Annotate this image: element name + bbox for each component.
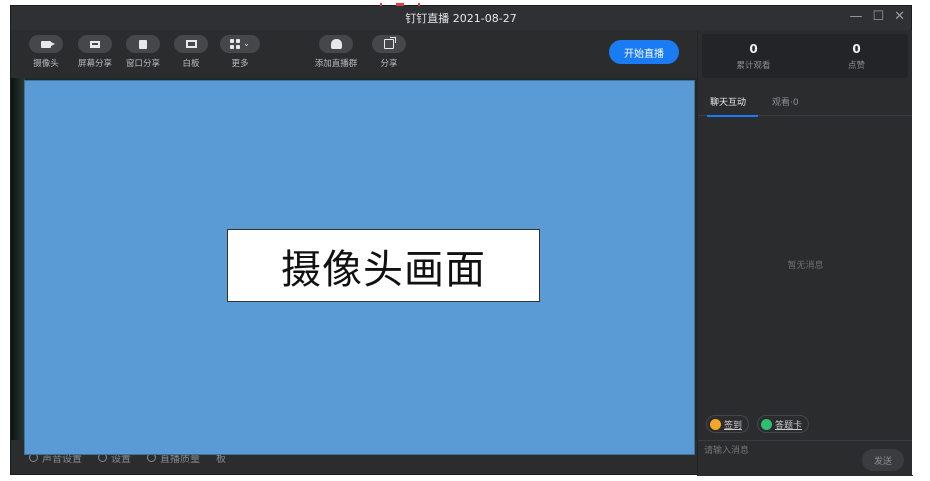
more-label: 更多 [231, 59, 249, 69]
add-group-icon [330, 39, 342, 49]
start-live-button[interactable]: 开始直播 [609, 40, 679, 64]
camera-placeholder-label: 摄像头画面 [227, 229, 540, 302]
screen-share-button[interactable]: 屏幕分享 [73, 35, 117, 69]
answer-card-icon [761, 418, 773, 430]
more-button[interactable]: ⌄ 更多 [218, 35, 262, 69]
likes-count: 0 [852, 41, 861, 56]
minimize-button[interactable]: — [849, 9, 862, 24]
title-bar: 钉钉直播 2021-08-27 — ☐ ✕ [11, 6, 911, 30]
quick-actions: 签到 答题卡 [706, 415, 810, 433]
checkin-icon [710, 418, 721, 430]
chat-input-row: 发送 [698, 440, 914, 476]
camera-label: 摄像头 [33, 59, 59, 69]
empty-message: 暂无消息 [787, 261, 824, 271]
share-button[interactable]: 分享 [367, 35, 411, 69]
views-count: 0 [749, 41, 758, 56]
share-label: 分享 [380, 59, 398, 69]
window-share-button[interactable]: 窗口分享 [121, 35, 165, 69]
tab-viewers[interactable]: 观看·0 [772, 86, 799, 116]
likes-label: 点赞 [847, 60, 865, 71]
window-controls: — ☐ ✕ [849, 9, 905, 24]
tab-chat[interactable]: 聊天互动 [706, 86, 759, 117]
live-toolbar: 摄像头 屏幕分享 窗口分享 白板 ⌄ 更多 添加直播群 分享 开始直播 [11, 30, 697, 78]
answer-card-label: 答题卡 [775, 420, 803, 431]
panel-tabs: 聊天互动 观看·0 [698, 86, 914, 117]
send-button[interactable]: 发送 [862, 449, 904, 471]
whiteboard-icon [185, 40, 197, 48]
add-live-group-button[interactable]: 添加直播群 [314, 35, 358, 69]
grid-icon [230, 39, 241, 49]
chevron-down-icon: ⌄ [243, 39, 250, 48]
views-label: 累计观看 [736, 60, 771, 71]
views-stat: 0 累计观看 [702, 34, 805, 78]
checkin-button[interactable]: 签到 [706, 415, 750, 433]
window-share-label: 窗口分享 [125, 59, 160, 69]
share-icon [384, 37, 396, 49]
camera-icon [41, 40, 55, 48]
camera-placeholder-overlay: 摄像头画面 [24, 80, 695, 455]
add-live-group-label: 添加直播群 [314, 59, 358, 69]
likes-stat: 0 点赞 [805, 34, 908, 78]
answer-card-button[interactable]: 答题卡 [757, 415, 810, 433]
screen-share-icon [90, 40, 100, 48]
window-title: 钉钉直播 2021-08-27 [405, 12, 517, 25]
close-button[interactable]: ✕ [894, 9, 905, 24]
maximize-button[interactable]: ☐ [872, 9, 884, 24]
side-panel: 0 累计观看 0 点赞 聊天互动 观看·0 暂无消息 签到 答题卡 请输入消息 … [697, 30, 914, 476]
whiteboard-label: 白板 [182, 59, 200, 69]
screen-share-label: 屏幕分享 [77, 59, 112, 69]
page-margin [912, 5, 930, 475]
camera-button[interactable]: 摄像头 [24, 35, 68, 69]
live-stats: 0 累计观看 0 点赞 [702, 34, 908, 78]
message-input[interactable] [704, 443, 844, 459]
stage-edge [11, 78, 25, 440]
window-share-icon [139, 39, 147, 49]
checkin-label: 签到 [724, 420, 743, 431]
whiteboard-button[interactable]: 白板 [169, 35, 213, 69]
